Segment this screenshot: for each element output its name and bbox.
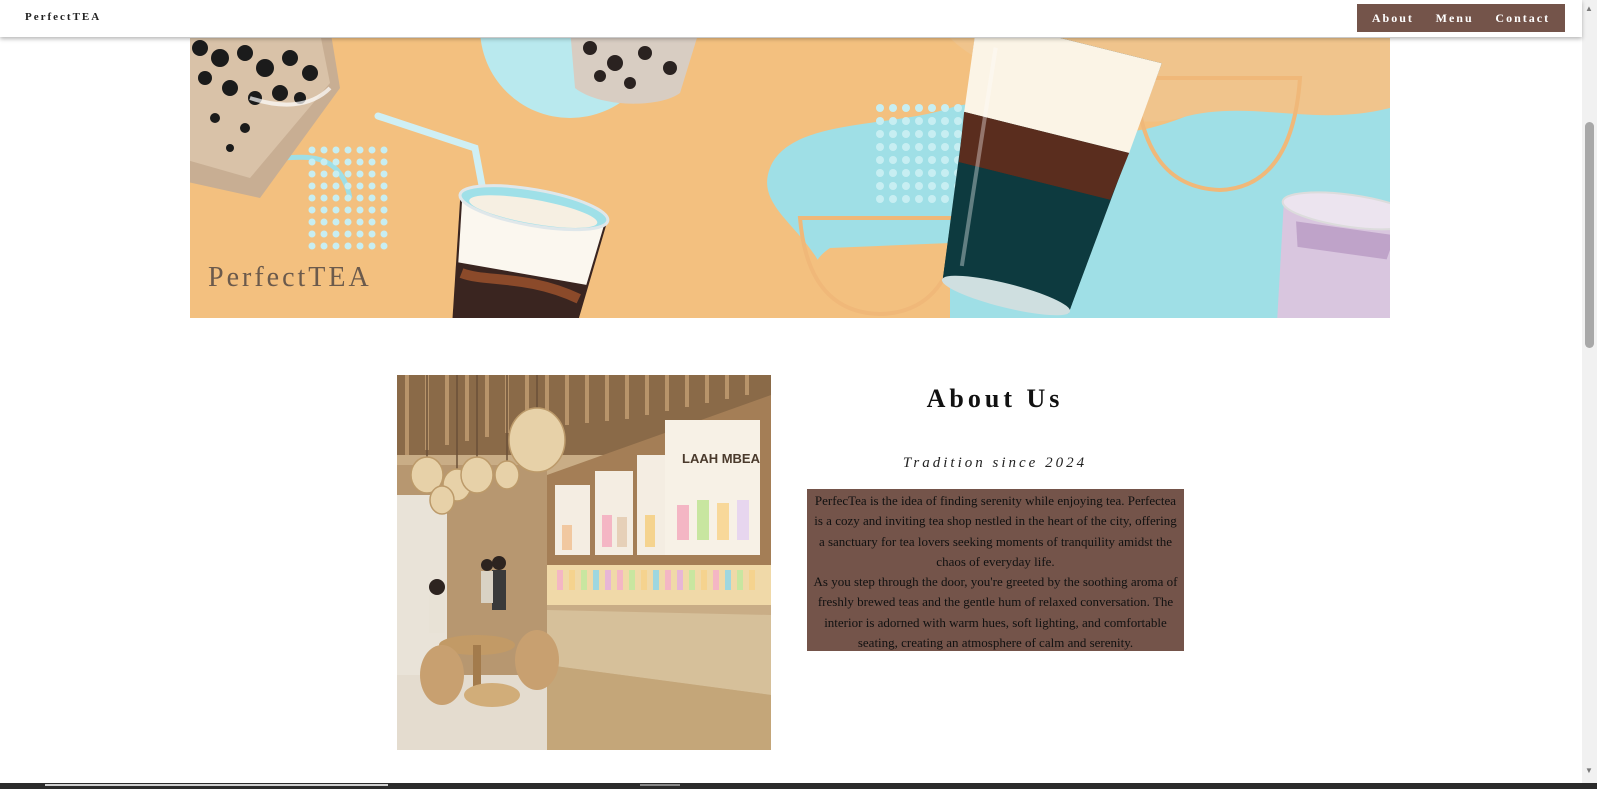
iced-tea-cup-center [451, 184, 610, 318]
nav-links: About Menu Contact [1357, 4, 1565, 32]
nav-link-contact[interactable]: Contact [1495, 11, 1550, 26]
hero-title: PerfectTEA [208, 262, 372, 293]
about-paragraph-1: PerfecTea is the idea of finding serenit… [814, 493, 1177, 569]
scroll-down-arrow-icon[interactable]: ▼ [1585, 766, 1593, 775]
scrollbar-thumb[interactable] [1585, 122, 1594, 348]
navbar: PerfectTEA About Menu Contact [0, 0, 1582, 37]
tea-shop-illustration: LAAH MBEA [397, 375, 771, 750]
about-paragraph-2: As you step through the door, you're gre… [813, 574, 1178, 651]
milk-tea-cup-left [190, 38, 340, 198]
tea-shop-interior-image: LAAH MBEA [397, 375, 771, 750]
bottom-strip [0, 783, 1597, 789]
about-description-box: PerfecTea is the idea of finding serenit… [807, 489, 1184, 651]
nav-link-menu[interactable]: Menu [1436, 11, 1474, 26]
taro-cup-right [1277, 191, 1390, 318]
boba-cup-top [570, 38, 697, 104]
about-subheading: Tradition since 2024 [902, 455, 1088, 471]
about-heading: About Us [926, 384, 1064, 413]
page-scrollbar[interactable]: ▲ ▼ [1582, 0, 1597, 783]
menu-board-sign: LAAH MBEA [682, 451, 761, 466]
bottom-strip-segment [640, 784, 680, 786]
hero-banner: PerfectTEA [190, 38, 1390, 318]
bottom-strip-segment [45, 784, 388, 786]
scroll-up-arrow-icon[interactable]: ▲ [1585, 4, 1593, 13]
nav-link-about[interactable]: About [1372, 11, 1414, 26]
brand-logo[interactable]: PerfectTEA [25, 11, 101, 23]
